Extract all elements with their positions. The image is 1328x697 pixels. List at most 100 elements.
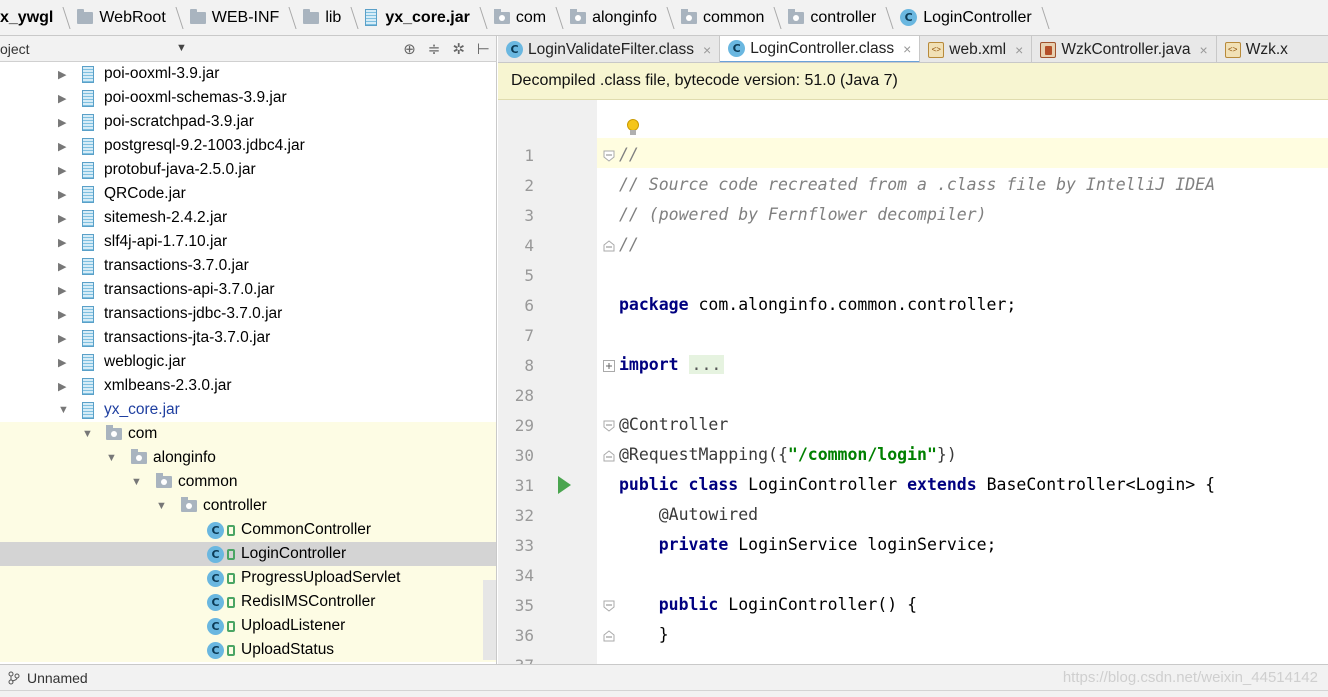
project-view-selector[interactable]: oject [0, 41, 30, 57]
tree-item-jar[interactable]: ▶ weblogic.jar [0, 350, 496, 374]
tree-item-jar[interactable]: ▶ transactions-jdbc-3.7.0.jar [0, 302, 496, 326]
tree-item-jar[interactable]: ▶ xmlbeans-2.3.0.jar [0, 374, 496, 398]
close-icon[interactable]: × [1200, 42, 1208, 58]
tree-item-jar[interactable]: ▶ transactions-3.7.0.jar [0, 254, 496, 278]
tree-package-com[interactable]: ▼ com [0, 422, 496, 446]
tree-item-yx-core-jar[interactable]: ▼ yx_core.jar [0, 398, 496, 422]
expand-fold-icon[interactable] [603, 360, 615, 372]
close-icon[interactable]: × [703, 42, 711, 58]
code-line-35[interactable]: public LoginController() { [619, 595, 917, 614]
lightbulb-icon[interactable] [626, 119, 640, 137]
tab-web-xml[interactable]: <> web.xml × [920, 36, 1033, 62]
tree-class-item[interactable]: C UploadStatus [0, 638, 496, 662]
breadcrumb-item-yx-core-jar[interactable]: yx_core.jar [359, 0, 488, 35]
tab-wzkcontroller[interactable]: WzkController.java × [1032, 36, 1217, 62]
expand-arrow-icon[interactable]: ▶ [58, 164, 66, 177]
breadcrumb-item-lib[interactable]: lib [297, 0, 359, 35]
expand-arrow-icon[interactable]: ▶ [58, 284, 66, 297]
tree-package-common[interactable]: ▼ common [0, 470, 496, 494]
fold-end-icon[interactable] [603, 630, 615, 642]
expand-arrow-icon[interactable]: ▶ [58, 68, 66, 81]
code-line-6[interactable]: package com.alonginfo.common.controller; [619, 295, 1016, 314]
fold-end-icon[interactable] [603, 450, 615, 462]
expand-arrow-icon[interactable]: ▶ [58, 188, 66, 201]
code-line-33[interactable]: private LoginService loginService; [619, 535, 997, 554]
fold-marker-icon[interactable] [603, 600, 615, 612]
tree-class-item[interactable]: C ProgressUploadServlet [0, 566, 496, 590]
tab-logincontroller[interactable]: C LoginController.class × [720, 36, 921, 62]
expand-arrow-icon[interactable]: ▶ [58, 260, 66, 273]
tree-package-controller[interactable]: ▼ controller [0, 494, 496, 518]
jar-icon [82, 377, 94, 395]
close-icon[interactable]: × [903, 41, 911, 57]
breadcrumb-item-alonginfo[interactable]: alonginfo [564, 0, 675, 35]
tree-package-alonginfo[interactable]: ▼ alonginfo [0, 446, 496, 470]
tree-class-item[interactable]: C UploadListener [0, 614, 496, 638]
line-number: 3 [524, 206, 534, 225]
breadcrumb-item-project[interactable]: x_ywgl [0, 0, 71, 35]
tree-class-item[interactable]: C RedisIMSController [0, 590, 496, 614]
expand-arrow-icon[interactable]: ▶ [58, 356, 66, 369]
expand-arrow-icon[interactable]: ▶ [58, 380, 66, 393]
hide-icon[interactable]: ⊢ [477, 40, 490, 58]
collapse-arrow-icon[interactable]: ▼ [58, 404, 69, 416]
run-gutter-icon[interactable] [558, 476, 571, 494]
expand-arrow-icon[interactable]: ▶ [58, 212, 66, 225]
fold-gutter[interactable] [597, 100, 618, 664]
code-line-2[interactable]: // Source code recreated from a .class f… [619, 175, 1215, 194]
tree-item-jar[interactable]: ▶ transactions-api-3.7.0.jar [0, 278, 496, 302]
collapse-arrow-icon[interactable]: ▼ [131, 476, 142, 488]
code-line-36[interactable]: } [619, 625, 669, 644]
expand-arrow-icon[interactable]: ▶ [58, 332, 66, 345]
tab-wzk-xml[interactable]: <> Wzk.x [1217, 36, 1296, 62]
tree-scrollbar[interactable] [483, 580, 496, 660]
collapse-all-icon[interactable]: ≑ [428, 40, 441, 58]
code-line-29[interactable]: @Controller [619, 415, 728, 434]
fold-marker-icon[interactable] [603, 150, 615, 162]
tree-item-jar[interactable]: ▶ postgresql-9.2-1003.jdbc4.jar [0, 134, 496, 158]
locate-icon[interactable]: ⊕ [403, 40, 416, 58]
code-line-3[interactable]: // (powered by Fernflower decompiler) [619, 205, 987, 224]
breadcrumb-item-logincontroller[interactable]: C LoginController [894, 0, 1050, 35]
comment-text: // Source code recreated from a .class f… [619, 175, 1216, 194]
tab-label: web.xml [949, 40, 1007, 58]
code-line-8[interactable]: import ... [619, 355, 725, 374]
breadcrumb-item-com[interactable]: com [488, 0, 564, 35]
code-line-1[interactable]: // [619, 145, 639, 164]
tree-class-item-selected[interactable]: C LoginController [0, 542, 496, 566]
gear-icon[interactable]: ✲ [452, 40, 465, 58]
code-line-4[interactable]: // [619, 235, 639, 254]
fold-marker-icon[interactable] [603, 420, 615, 432]
breadcrumb-item-controller[interactable]: controller [782, 0, 894, 35]
status-label[interactable]: Unnamed [27, 670, 88, 686]
dropdown-arrow-icon[interactable]: ▼ [176, 42, 187, 54]
expand-arrow-icon[interactable]: ▶ [58, 236, 66, 249]
tree-item-jar[interactable]: ▶ transactions-jta-3.7.0.jar [0, 326, 496, 350]
breadcrumb-item-webroot[interactable]: WebRoot [71, 0, 184, 35]
tree-item-jar[interactable]: ▶ poi-scratchpad-3.9.jar [0, 110, 496, 134]
folded-imports[interactable]: ... [688, 355, 725, 374]
code-editor[interactable]: 1 2 3 4 5 6 7 8 28 29 30 31 32 33 34 35 … [498, 100, 1328, 664]
code-line-32[interactable]: @Autowired [619, 505, 758, 524]
code-line-31[interactable]: public class LoginController extends Bas… [619, 475, 1215, 494]
code-line-30[interactable]: @RequestMapping({"/common/login"}) [619, 445, 957, 464]
tree-item-jar[interactable]: ▶ QRCode.jar [0, 182, 496, 206]
expand-arrow-icon[interactable]: ▶ [58, 308, 66, 321]
fold-end-icon[interactable] [603, 240, 615, 252]
tree-item-jar[interactable]: ▶ protobuf-java-2.5.0.jar [0, 158, 496, 182]
close-icon[interactable]: × [1015, 42, 1023, 58]
tree-item-jar[interactable]: ▶ poi-ooxml-3.9.jar [0, 62, 496, 86]
tab-loginvalidatefilter[interactable]: C LoginValidateFilter.class × [498, 36, 721, 62]
collapse-arrow-icon[interactable]: ▼ [82, 428, 93, 440]
tree-item-jar[interactable]: ▶ poi-ooxml-schemas-3.9.jar [0, 86, 496, 110]
breadcrumb-item-web-inf[interactable]: WEB-INF [184, 0, 298, 35]
breadcrumb-item-common[interactable]: common [675, 0, 782, 35]
collapse-arrow-icon[interactable]: ▼ [106, 452, 117, 464]
expand-arrow-icon[interactable]: ▶ [58, 92, 66, 105]
expand-arrow-icon[interactable]: ▶ [58, 116, 66, 129]
expand-arrow-icon[interactable]: ▶ [58, 140, 66, 153]
tree-item-jar[interactable]: ▶ slf4j-api-1.7.10.jar [0, 230, 496, 254]
tree-class-item[interactable]: C CommonController [0, 518, 496, 542]
tree-item-jar[interactable]: ▶ sitemesh-2.4.2.jar [0, 206, 496, 230]
collapse-arrow-icon[interactable]: ▼ [156, 500, 167, 512]
